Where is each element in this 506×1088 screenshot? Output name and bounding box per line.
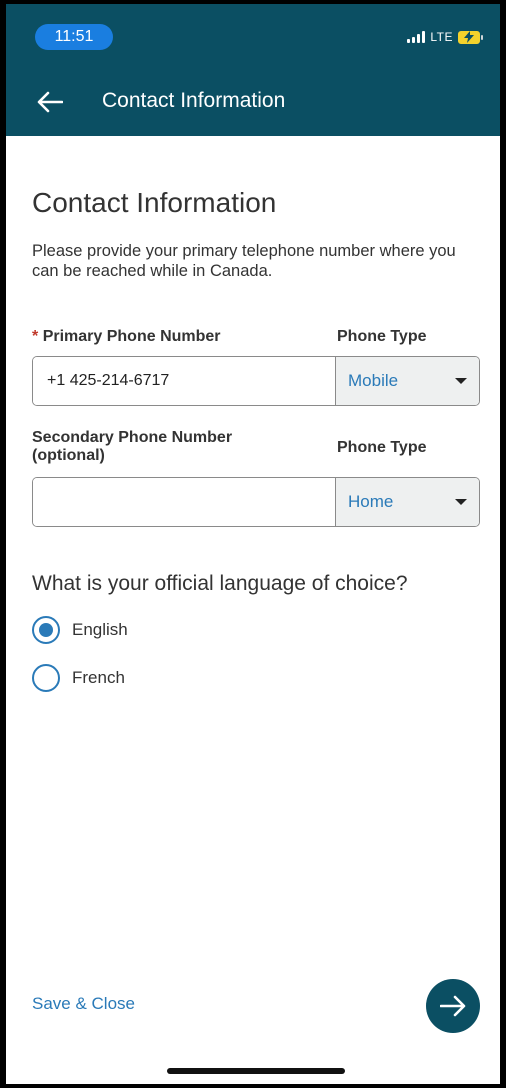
status-time: 11:51 [35,24,113,50]
header-title: Contact Information [102,89,286,112]
primary-phone-type-label: Phone Type [337,328,427,345]
secondary-phone-type-value: Home [348,492,394,511]
next-button[interactable] [426,979,480,1033]
caret-down-icon [455,499,467,505]
language-option-english[interactable]: English [32,616,128,644]
secondary-phone-field-group: Home [32,477,480,527]
arrow-right-icon [440,995,466,1017]
signal-icon [407,31,426,43]
required-marker: * [32,328,39,345]
language-question: What is your official language of choice… [32,572,408,595]
secondary-phone-type-label: Phone Type [337,439,427,456]
primary-phone-type-select[interactable]: Mobile [335,357,479,405]
language-option-label: English [72,620,128,639]
back-arrow-icon[interactable] [34,86,66,118]
secondary-phone-label: Secondary Phone Number (optional) [32,429,233,464]
primary-phone-field-group: Mobile [32,356,480,406]
home-indicator[interactable] [167,1068,345,1074]
network-type: LTE [430,30,453,44]
secondary-phone-type-select[interactable]: Home [335,478,479,526]
primary-phone-label-text: Primary Phone Number [42,328,221,345]
app-header: 11:51 LTE Contact Information [6,4,500,136]
radio-selected-icon[interactable] [32,616,60,644]
intro-text: Please provide your primary telephone nu… [32,242,456,280]
save-close-link[interactable]: Save & Close [32,994,135,1014]
primary-phone-type-value: Mobile [348,371,399,390]
language-option-french[interactable]: French [32,664,125,692]
secondary-phone-input[interactable] [33,478,335,526]
primary-phone-label: * Primary Phone Number [32,328,221,346]
battery-icon [458,30,483,44]
page-title: Contact Information [32,187,277,218]
caret-down-icon [455,378,467,384]
primary-phone-input[interactable] [33,357,335,405]
radio-unselected-icon[interactable] [32,664,60,692]
app-screen: 11:51 LTE Contact Information Contact In… [6,4,500,1084]
language-option-label: French [72,668,125,687]
status-indicators: LTE [407,28,483,46]
